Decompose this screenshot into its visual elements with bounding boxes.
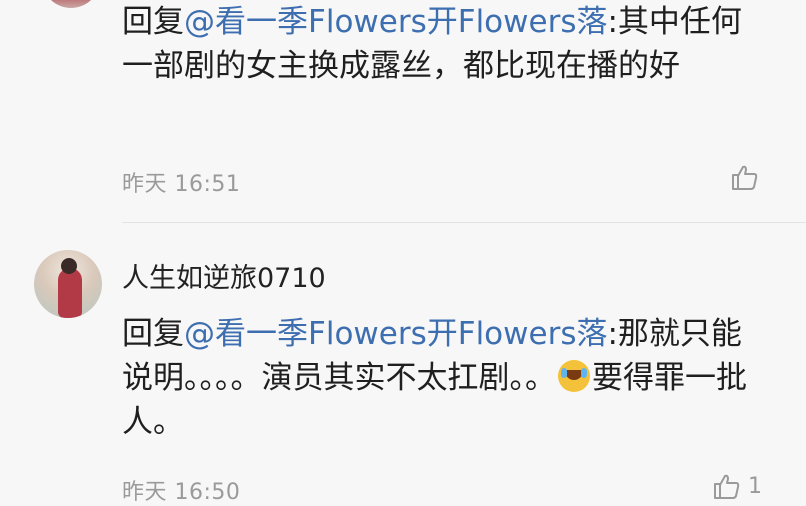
mention-link[interactable]: @看一季Flowers开Flowers落 [184,316,607,352]
comment-body: 回复@看一季Flowers开Flowers落:那就只能说明。。。。演员其实不太扛… [122,312,772,444]
avatar[interactable] [34,250,102,318]
avatar[interactable] [42,0,100,8]
reply-prefix: 回复 [122,4,184,40]
thumbs-up-icon[interactable] [730,163,760,193]
thumbs-up-icon[interactable] [712,472,742,502]
comment-timestamp: 昨天 16:50 [122,480,241,505]
divider [122,222,806,223]
like-count: 1 [748,474,762,499]
reply-prefix: 回复 [122,316,184,352]
comment-body: 回复@看一季Flowers开Flowers落:其中任何一部剧的女主换成露丝，都比… [122,0,772,88]
laughing-crying-emoji-icon [558,360,590,392]
avatar-figure [58,268,82,318]
comment-timestamp: 昨天 16:51 [122,172,241,197]
mention-link[interactable]: @看一季Flowers开Flowers落 [184,4,607,40]
username[interactable]: 人生如逆旅0710 [122,256,326,295]
avatar-head [61,258,77,274]
